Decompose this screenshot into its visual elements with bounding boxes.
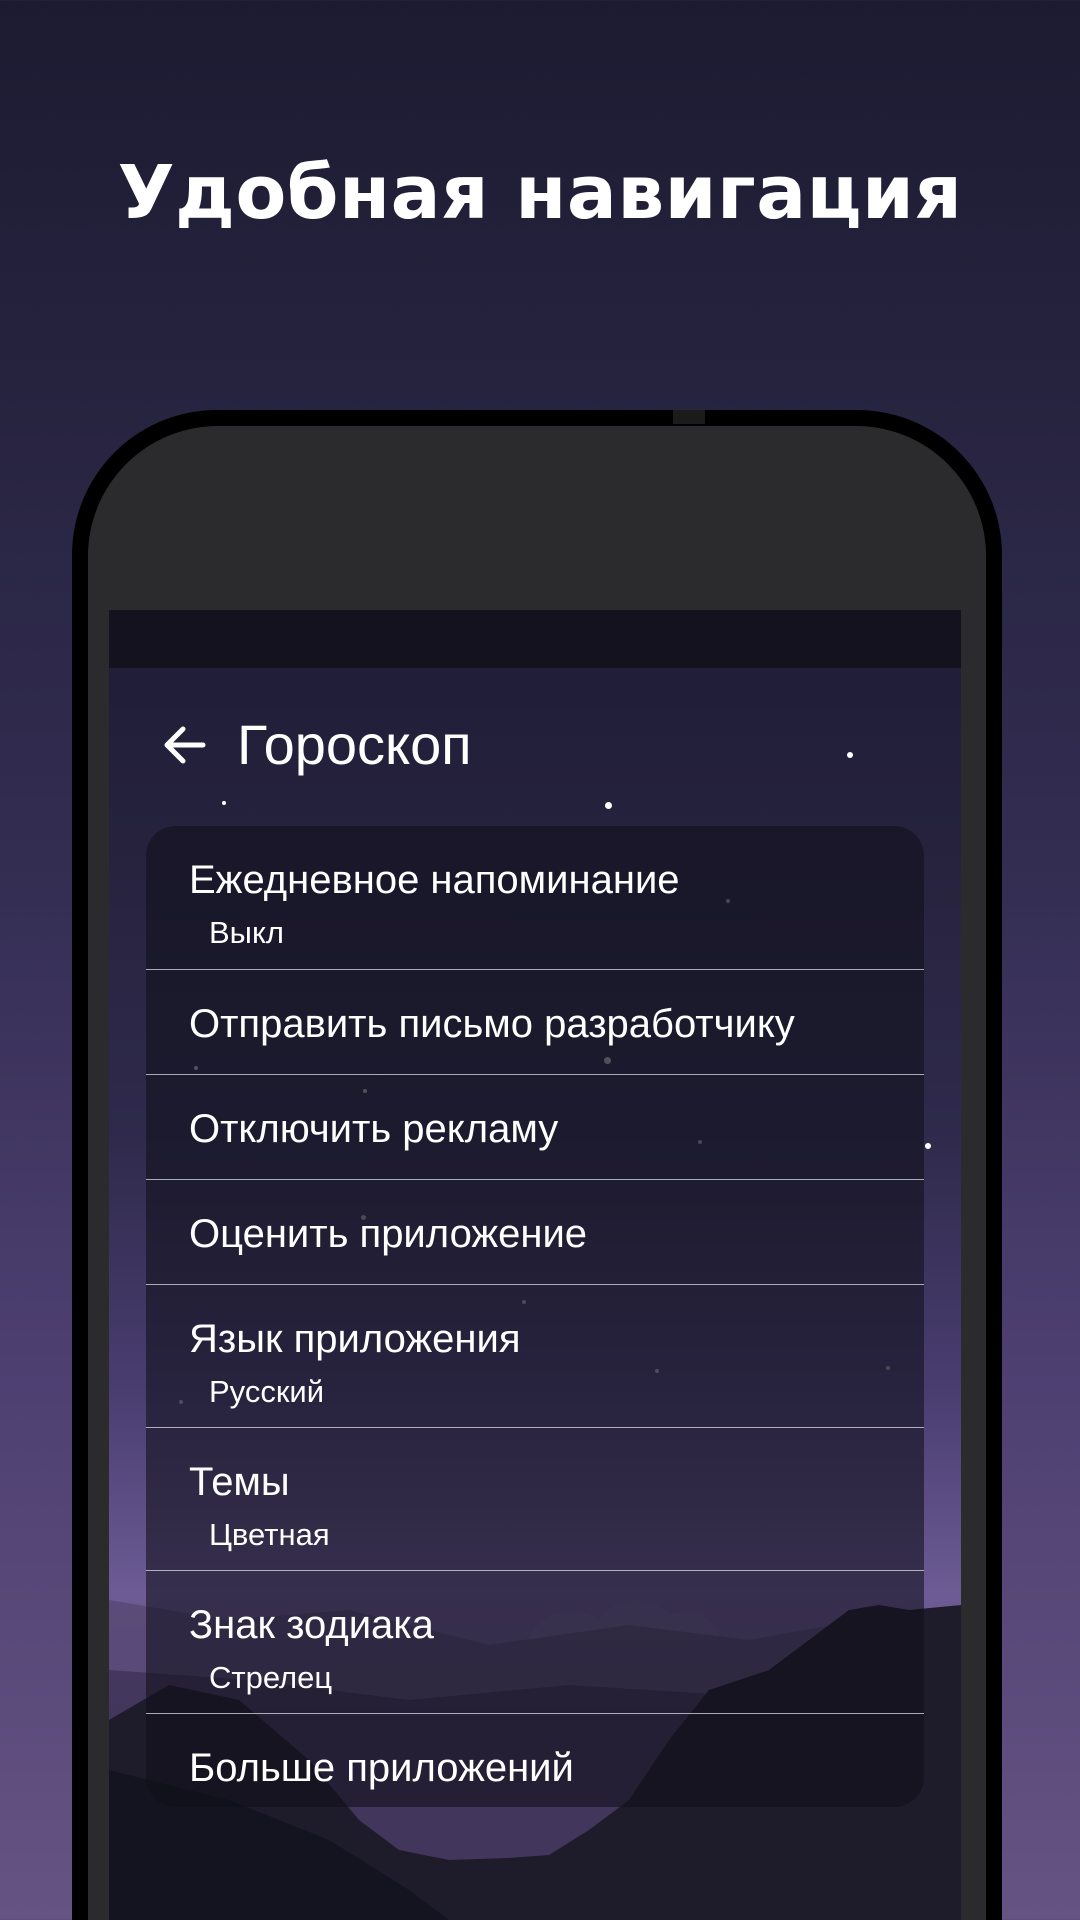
settings-item-title: Язык приложения [189, 1317, 521, 1361]
settings-item-value: Цветная [209, 1517, 330, 1552]
back-button[interactable] [159, 720, 209, 770]
phone-side-button [673, 410, 705, 424]
settings-item-title: Ежедневное напоминание [189, 858, 680, 902]
settings-item-email-developer[interactable]: Отправить письмо разработчику [146, 969, 924, 1074]
settings-item-disable-ads[interactable]: Отключить рекламу [146, 1074, 924, 1179]
settings-item-app-language[interactable]: Язык приложения Русский [146, 1284, 924, 1427]
app-title: Гороскоп [237, 713, 472, 776]
app-bar: Гороскоп [109, 700, 961, 790]
star-dot [925, 1143, 931, 1149]
settings-item-zodiac-sign[interactable]: Знак зодиака Стрелец [146, 1570, 924, 1713]
settings-item-title: Темы [189, 1460, 290, 1504]
star-dot [222, 801, 226, 805]
settings-item-title: Знак зодиака [189, 1603, 434, 1647]
page-headline: Удобная навигация [117, 150, 963, 236]
star-dot [605, 802, 612, 809]
settings-item-value: Стрелец [209, 1660, 333, 1695]
settings-item-themes[interactable]: Темы Цветная [146, 1427, 924, 1570]
settings-item-title: Отключить рекламу [189, 1107, 559, 1151]
settings-item-daily-reminder[interactable]: Ежедневное напоминание Выкл [146, 826, 924, 969]
settings-item-value: Выкл [209, 915, 284, 950]
phone-screen: Гороскоп Ежедневное напоминание Выкл Отп… [109, 610, 961, 1920]
settings-item-rate-app[interactable]: Оценить приложение [146, 1179, 924, 1284]
settings-item-more-apps[interactable]: Больше приложений [146, 1713, 924, 1807]
settings-item-title: Отправить письмо разработчику [189, 1002, 795, 1046]
settings-item-value: Русский [209, 1374, 325, 1409]
arrow-left-icon [164, 726, 206, 764]
settings-item-title: Оценить приложение [189, 1212, 588, 1256]
settings-item-title: Больше приложений [189, 1746, 574, 1790]
settings-list: Ежедневное напоминание Выкл Отправить пи… [146, 826, 924, 1807]
